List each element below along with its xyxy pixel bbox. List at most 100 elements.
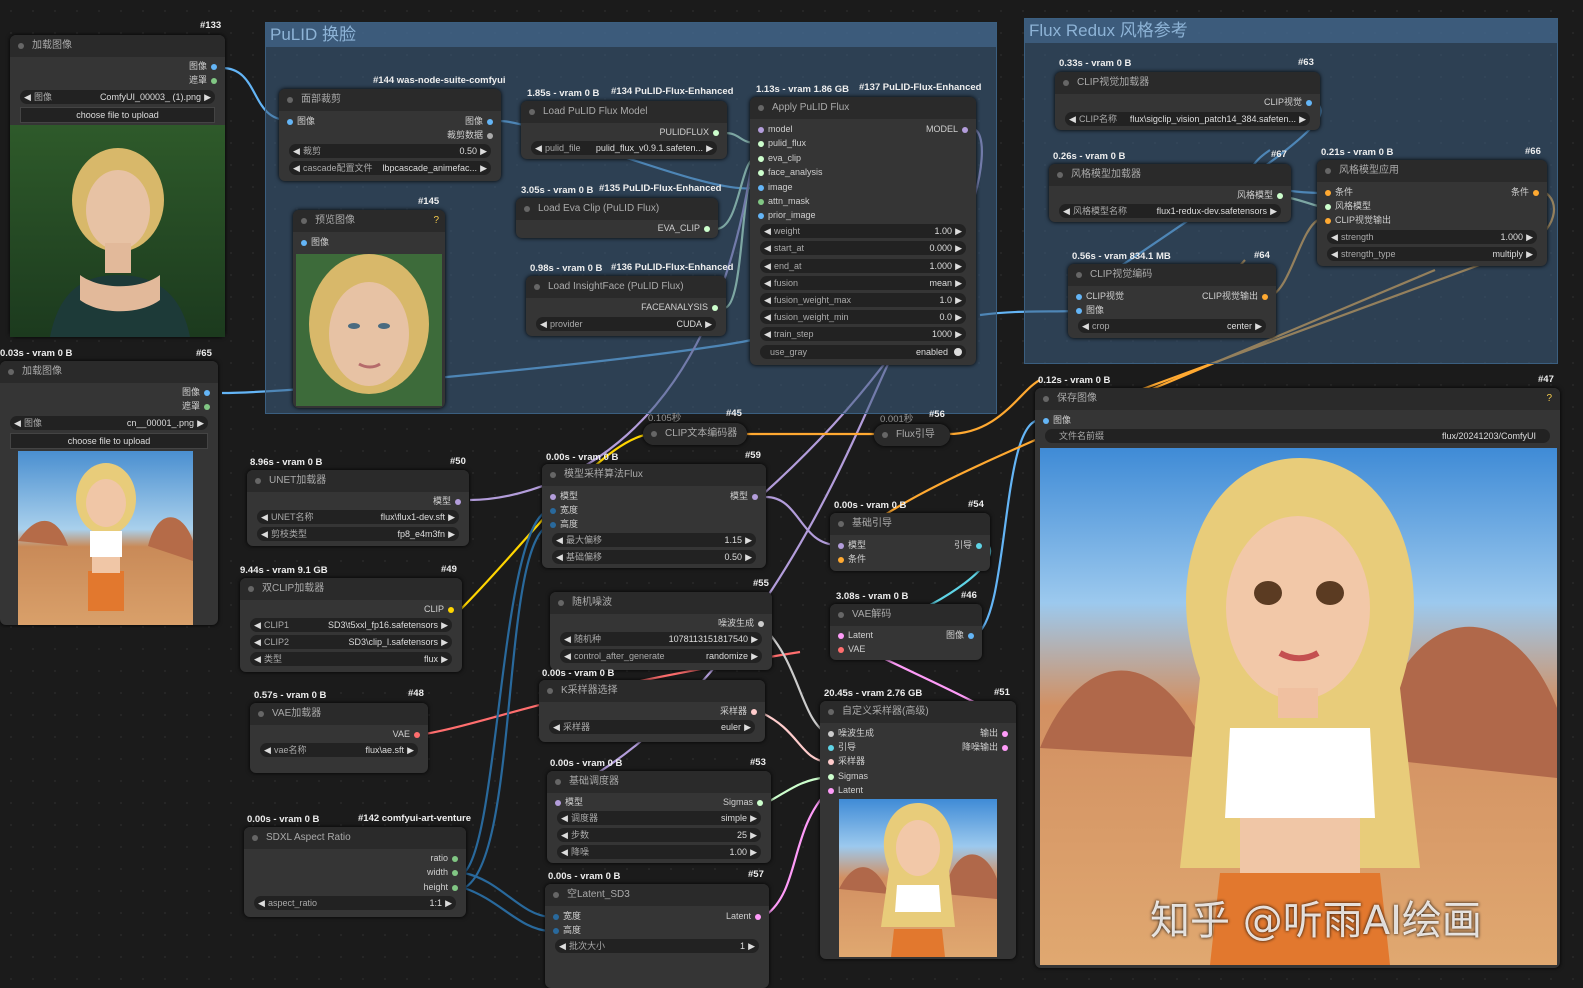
- input-sigmas[interactable]: Sigmas: [828, 770, 1016, 783]
- output-dot[interactable]: [968, 632, 974, 639]
- node-load-image-65[interactable]: 加载图像 图像 遮罩 ◀ 图像 cn__00001_.png ▶ choose fil…: [0, 361, 218, 625]
- node-load-image-133[interactable]: 加载图像 图像 遮罩 ◀ 图像 ComfyUI_00003_ (1).png ▶ ch…: [10, 35, 225, 337]
- output-image[interactable]: 图像: [946, 629, 974, 642]
- input-image[interactable]: 图像: [301, 236, 445, 249]
- node-title[interactable]: CLIP视觉加载器: [1055, 72, 1320, 94]
- arrow-right-icon[interactable]: ▶: [407, 743, 414, 757]
- arrow-left-icon[interactable]: ◀: [261, 527, 268, 541]
- arrow-left-icon[interactable]: ◀: [293, 161, 300, 175]
- node-load-pulid-134[interactable]: Load PuLID Flux Model PULIDFLUX ◀ pulid_f…: [521, 101, 727, 159]
- fusion-widget[interactable]: ◀ fusion mean ▶: [760, 276, 966, 290]
- input-height[interactable]: 高度: [553, 924, 769, 937]
- input-dot[interactable]: [550, 493, 556, 500]
- arrow-left-icon[interactable]: ◀: [14, 416, 21, 430]
- output-dot[interactable]: [452, 884, 458, 891]
- arrow-right-icon[interactable]: ▶: [705, 317, 712, 331]
- node-flux-guidance-56[interactable]: Flux引导: [874, 424, 950, 446]
- input-prior-image[interactable]: prior_image: [758, 209, 976, 222]
- node-title[interactable]: 风格模型加载器: [1049, 164, 1291, 186]
- node-vae-decode-46[interactable]: VAE解码 Latent VAE 图像: [830, 604, 982, 660]
- arrow-right-icon[interactable]: ▶: [744, 720, 751, 734]
- arrow-right-icon[interactable]: ▶: [706, 141, 713, 155]
- arrow-right-icon[interactable]: ▶: [1299, 112, 1306, 126]
- node-title[interactable]: 保存图像: [1035, 388, 1560, 410]
- crop-widget[interactable]: ◀ crop center ▶: [1078, 319, 1266, 333]
- arrow-left-icon[interactable]: ◀: [764, 259, 771, 273]
- arrow-right-icon[interactable]: ▶: [197, 416, 204, 430]
- denoise-widget[interactable]: ◀ 降噪 1.00 ▶: [557, 845, 761, 859]
- node-title[interactable]: Flux引导: [874, 424, 950, 446]
- node-title[interactable]: 加载图像: [10, 35, 225, 57]
- node-title[interactable]: Load PuLID Flux Model: [521, 101, 727, 123]
- output-dot[interactable]: [1002, 730, 1008, 737]
- output-dot[interactable]: [1002, 744, 1008, 751]
- arrow-left-icon[interactable]: ◀: [764, 276, 771, 290]
- upload-button[interactable]: choose file to upload: [20, 107, 215, 123]
- input-dot[interactable]: [301, 239, 307, 246]
- control-after-generate-widget[interactable]: ◀ control_after_generate randomize ▶: [560, 649, 762, 663]
- image-select-widget[interactable]: ◀ 图像 ComfyUI_00003_ (1).png ▶: [20, 90, 215, 104]
- arrow-left-icon[interactable]: ◀: [293, 144, 300, 158]
- node-face-crop-144[interactable]: 面部裁剪 图像 图像 裁剪数据 ◀ 裁剪 0.50 ▶ ◀ cascade配置文件 lbp…: [279, 89, 501, 181]
- arrow-left-icon[interactable]: ◀: [764, 241, 771, 255]
- output-model[interactable]: 模型: [433, 495, 461, 508]
- arrow-right-icon[interactable]: ▶: [445, 896, 452, 910]
- node-sdxl-aspect-ratio-142[interactable]: SDXL Aspect Ratio ratio width height ◀ as…: [244, 827, 466, 917]
- output-height[interactable]: height: [423, 881, 458, 894]
- output-dot[interactable]: [452, 855, 458, 862]
- node-title[interactable]: VAE解码: [830, 604, 982, 626]
- input-dot[interactable]: [828, 744, 834, 751]
- arrow-left-icon[interactable]: ◀: [764, 293, 771, 307]
- input-dot[interactable]: [1076, 293, 1082, 300]
- arrow-right-icon[interactable]: ▶: [955, 293, 962, 307]
- base-shift-widget[interactable]: ◀ 基础偏移 0.50 ▶: [552, 550, 756, 564]
- node-title[interactable]: CLIP视觉编码: [1068, 264, 1276, 286]
- arrow-left-icon[interactable]: ◀: [254, 635, 261, 649]
- node-title[interactable]: 面部裁剪: [279, 89, 501, 111]
- input-dot[interactable]: [1325, 189, 1331, 196]
- filename-prefix-widget[interactable]: 文件名前缀 flux/20241203/ComfyUI: [1045, 429, 1550, 443]
- input-dot[interactable]: [838, 542, 844, 549]
- input-image[interactable]: 图像: [1043, 414, 1560, 427]
- node-clip-vision-loader-63[interactable]: CLIP视觉加载器 CLIP视觉 ◀ CLIP名称 flux\sigclip_vis…: [1055, 72, 1320, 130]
- output-guider[interactable]: 引导: [954, 539, 982, 552]
- output-width[interactable]: width: [427, 866, 458, 879]
- arrow-left-icon[interactable]: ◀: [561, 811, 568, 825]
- batch-size-widget[interactable]: ◀ 批次大小 1 ▶: [555, 939, 759, 953]
- output-model[interactable]: MODEL: [926, 123, 968, 136]
- input-dot[interactable]: [553, 927, 559, 934]
- unet-name-widget[interactable]: ◀ UNET名称 flux\flux1-dev.sft ▶: [257, 510, 459, 524]
- start-at-widget[interactable]: ◀ start_at 0.000 ▶: [760, 241, 966, 255]
- node-model-sampling-flux-59[interactable]: 模型采样算法Flux 模型 宽度 高度 模型 ◀ 最大偏移 1.15 ▶ ◀ 基础偏移 0…: [542, 464, 766, 568]
- node-random-noise-55[interactable]: 随机噪波 噪波生成 ◀ 随机种 1078113151817540 ▶ ◀ control…: [550, 592, 772, 670]
- input-dot[interactable]: [553, 913, 559, 920]
- arrow-right-icon[interactable]: ▶: [751, 632, 758, 646]
- output-latent[interactable]: Latent: [726, 910, 761, 923]
- node-unet-loader-50[interactable]: UNET加载器 模型 ◀ UNET名称 flux\flux1-dev.sft ▶ ◀ 剪…: [247, 470, 469, 546]
- input-height[interactable]: 高度: [550, 518, 766, 531]
- node-basic-scheduler-53[interactable]: 基础调度器 模型 Sigmas ◀ 调度器 simple ▶ ◀ 步数 25 ▶ ◀ 降噪 1.…: [547, 771, 771, 863]
- output-image[interactable]: 图像: [189, 60, 217, 73]
- sampler-name-widget[interactable]: ◀ 采样器 euler ▶: [549, 720, 755, 734]
- input-dot[interactable]: [1043, 417, 1049, 424]
- node-title[interactable]: Load InsightFace (PuLID Flux): [526, 276, 726, 298]
- arrow-right-icon[interactable]: ▶: [480, 144, 487, 158]
- arrow-left-icon[interactable]: ◀: [1331, 247, 1338, 261]
- input-dot[interactable]: [828, 773, 834, 780]
- arrow-right-icon[interactable]: ▶: [748, 939, 755, 953]
- arrow-right-icon[interactable]: ▶: [745, 533, 752, 547]
- arrow-left-icon[interactable]: ◀: [254, 652, 261, 666]
- node-title[interactable]: 空Latent_SD3: [545, 884, 769, 906]
- output-faceanalysis[interactable]: FACEANALYSIS: [641, 301, 718, 314]
- clip2-widget[interactable]: ◀ CLIP2 SD3\clip_l.safetensors ▶: [250, 635, 452, 649]
- arrow-right-icon[interactable]: ▶: [955, 310, 962, 324]
- seed-widget[interactable]: ◀ 随机种 1078113151817540 ▶: [560, 632, 762, 646]
- node-title[interactable]: Load Eva Clip (PuLID Flux): [516, 198, 718, 220]
- arrow-right-icon[interactable]: ▶: [955, 259, 962, 273]
- node-save-image-47[interactable]: 保存图像 ? 图像 文件名前缀 flux/20241203/ComfyUI: [1035, 388, 1560, 968]
- output-clip[interactable]: CLIP: [424, 603, 454, 616]
- arrow-left-icon[interactable]: ◀: [540, 317, 547, 331]
- aspect-ratio-widget[interactable]: ◀ aspect_ratio 1:1 ▶: [254, 896, 456, 910]
- input-dot[interactable]: [287, 118, 293, 125]
- output-dot[interactable]: [211, 77, 217, 84]
